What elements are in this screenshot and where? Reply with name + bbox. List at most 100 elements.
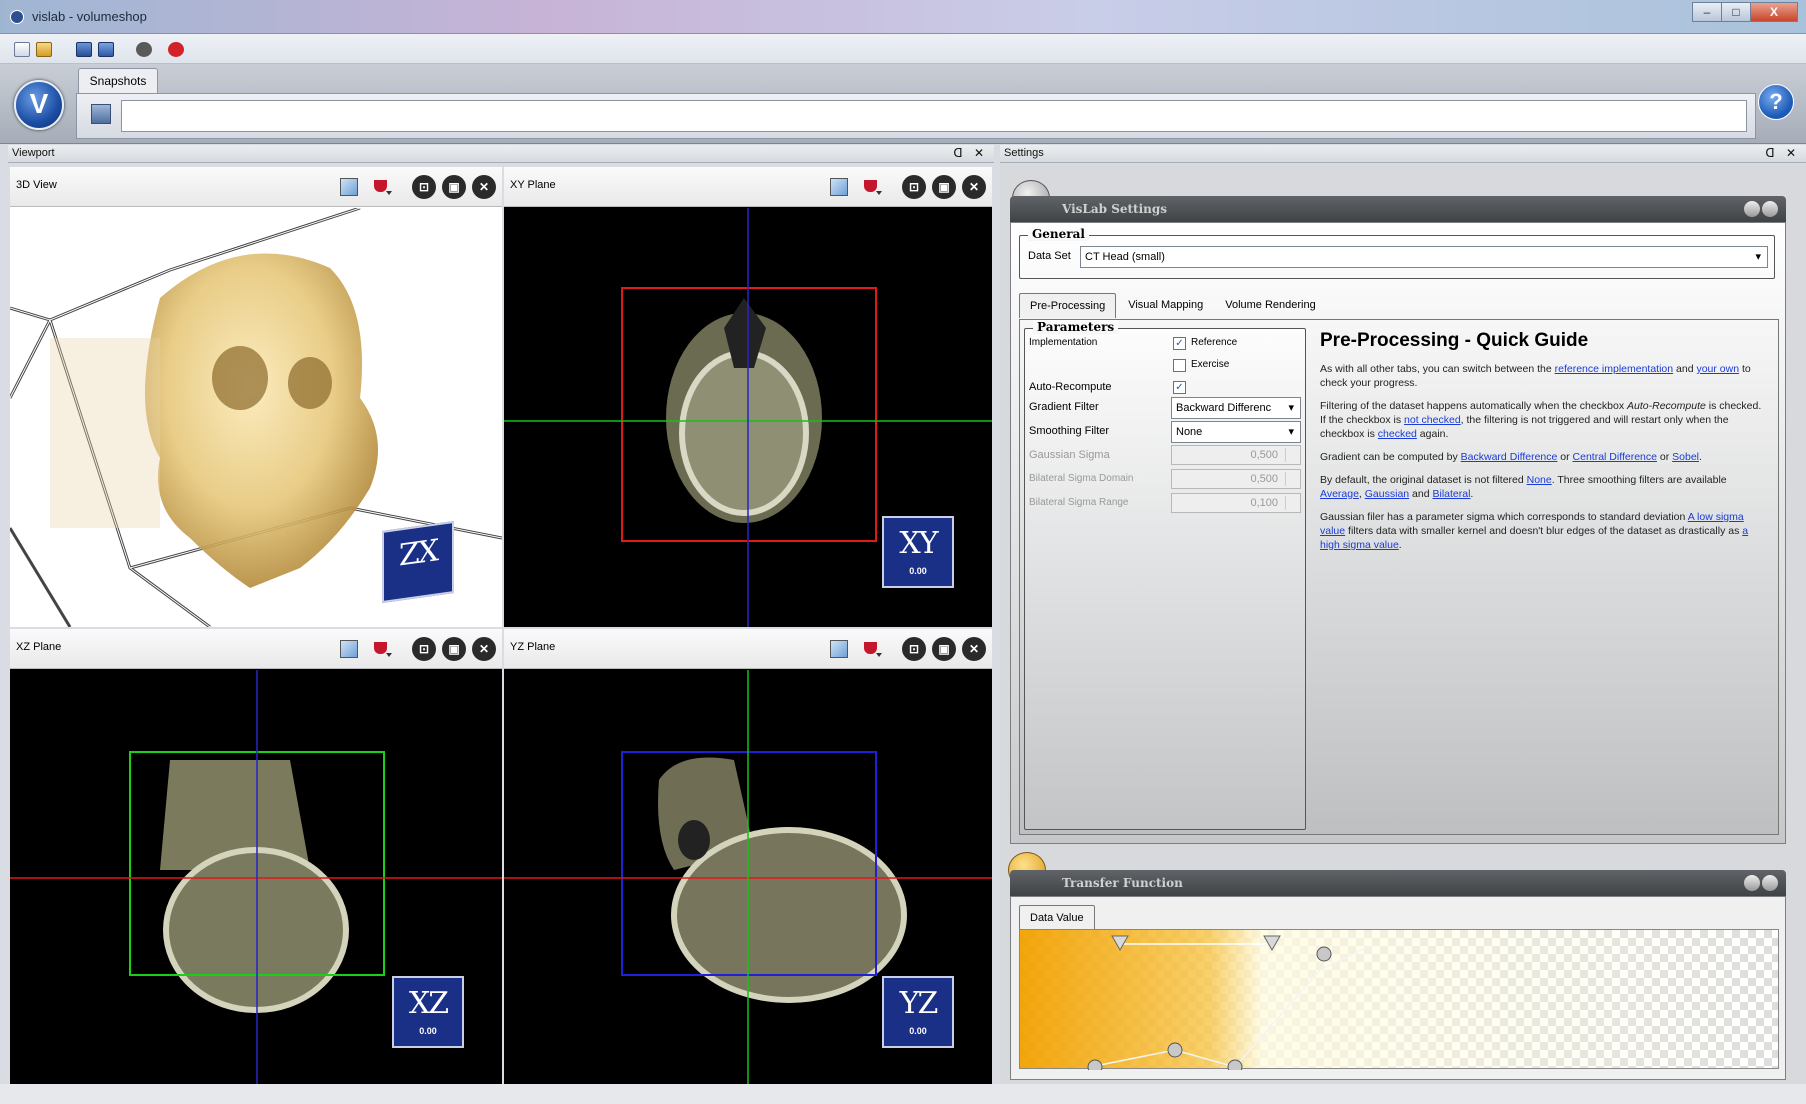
- tf-control-point[interactable]: [1167, 1042, 1183, 1058]
- view-yz-plane: YZ Plane ⊡ ▣ ✕ YZ 0.00: [504, 629, 992, 1084]
- image-icon[interactable]: [830, 640, 848, 658]
- skull-shape: [145, 253, 378, 589]
- pre-processing-panel: Parameters Implementation ✓ Reference Ex…: [1019, 319, 1779, 835]
- ribbon: V Snapshots ?: [0, 64, 1806, 144]
- image-icon[interactable]: [340, 640, 358, 658]
- snapshots-strip[interactable]: [121, 100, 1747, 132]
- window-title: vislab - volumeshop: [32, 9, 147, 24]
- color-drop-icon[interactable]: [862, 640, 882, 658]
- gradient-filter-label: Gradient Filter: [1029, 401, 1099, 413]
- view-yz-canvas[interactable]: YZ 0.00: [504, 670, 992, 1084]
- new-file-icon[interactable]: [14, 42, 30, 57]
- stop-icon[interactable]: ▣: [442, 175, 466, 199]
- view-yz-title: YZ Plane: [510, 641, 556, 653]
- guide-paragraph-5: Gaussian filer has a parameter sigma whi…: [1320, 511, 1749, 551]
- tf-color-marker[interactable]: [1263, 935, 1281, 952]
- tab-visual-mapping[interactable]: Visual Mapping: [1118, 293, 1213, 318]
- tab-data-value[interactable]: Data Value: [1019, 905, 1095, 930]
- tab-pre-processing[interactable]: Pre-Processing: [1019, 293, 1117, 318]
- general-fieldset: General Data Set CT Head (small): [1019, 227, 1775, 279]
- group-collapse-icon[interactable]: [1762, 201, 1778, 217]
- not-checked-link[interactable]: not checked: [1404, 414, 1461, 426]
- open-folder-icon[interactable]: [36, 42, 52, 57]
- tf-control-point[interactable]: [1227, 1059, 1243, 1070]
- view-xz-canvas[interactable]: XZ 0.00: [10, 670, 502, 1084]
- none-link[interactable]: None: [1527, 474, 1552, 486]
- gradient-filter-select[interactable]: Backward Differenc: [1171, 397, 1301, 419]
- save-icon[interactable]: [76, 42, 92, 57]
- viewport-dock-controls[interactable]: ᗡ ✕: [953, 145, 988, 162]
- settings-dock-controls[interactable]: ᗡ ✕: [1765, 145, 1800, 162]
- auto-recompute-checkbox[interactable]: ✓: [1173, 381, 1186, 394]
- vislab-settings-header: VisLab Settings: [1010, 196, 1786, 222]
- settings-icon[interactable]: [136, 42, 152, 57]
- snapshot-icon[interactable]: [91, 104, 111, 124]
- group-options-icon[interactable]: [1744, 201, 1760, 217]
- orientation-cube[interactable]: ZX: [382, 520, 454, 604]
- exercise-label: Exercise: [1191, 359, 1230, 370]
- vislab-settings-title: VisLab Settings: [1062, 202, 1168, 216]
- tf-color-marker[interactable]: [1111, 935, 1129, 952]
- smoothing-filter-select[interactable]: None: [1171, 421, 1301, 443]
- help-button[interactable]: ?: [1758, 84, 1794, 120]
- status-bar: [0, 1084, 1806, 1104]
- close-icon[interactable]: ✕: [962, 175, 986, 199]
- color-drop-icon[interactable]: [372, 640, 392, 658]
- your-own-link[interactable]: your own: [1696, 363, 1739, 375]
- bilateral-range-spinbox[interactable]: 0,100: [1171, 493, 1301, 513]
- stop-icon[interactable]: ▣: [932, 637, 956, 661]
- zoom-fit-icon[interactable]: ⊡: [412, 637, 436, 661]
- tab-volume-rendering[interactable]: Volume Rendering: [1215, 293, 1326, 318]
- bilateral-domain-spinbox[interactable]: 0,500: [1171, 469, 1301, 489]
- stop-icon[interactable]: ▣: [932, 175, 956, 199]
- gaussian-link[interactable]: Gaussian: [1365, 488, 1409, 500]
- general-legend: General: [1028, 227, 1089, 241]
- gaussian-sigma-spinbox[interactable]: 0,500: [1171, 445, 1301, 465]
- settings-title: Settings: [1004, 147, 1044, 159]
- close-window-button[interactable]: X: [1750, 2, 1798, 22]
- app-icon: [10, 10, 24, 24]
- transfer-function-editor[interactable]: [1019, 929, 1779, 1070]
- tf-control-point[interactable]: [1087, 1059, 1103, 1070]
- central-difference-link[interactable]: Central Difference: [1573, 451, 1657, 463]
- image-icon[interactable]: [340, 178, 358, 196]
- view-xy-canvas[interactable]: XY 0.00: [504, 208, 992, 627]
- save-as-icon[interactable]: [98, 42, 114, 57]
- viewport-dock-title: Viewport ᗡ ✕: [8, 145, 994, 163]
- view-3d: 3D View ⊡ ▣ ✕ ZX: [10, 167, 502, 627]
- zoom-fit-icon[interactable]: ⊡: [412, 175, 436, 199]
- zoom-fit-icon[interactable]: ⊡: [902, 637, 926, 661]
- view-xz-title: XZ Plane: [16, 641, 62, 653]
- view-yz-header: YZ Plane ⊡ ▣ ✕: [504, 629, 992, 669]
- transfer-function-body: Data Value: [1010, 896, 1786, 1080]
- minimize-button[interactable]: –: [1692, 2, 1722, 22]
- dataset-select[interactable]: CT Head (small): [1080, 246, 1768, 268]
- close-icon[interactable]: ✕: [962, 637, 986, 661]
- view-3d-canvas[interactable]: ZX: [10, 208, 502, 627]
- guide-paragraph-1: As with all other tabs, you can switch b…: [1320, 363, 1751, 389]
- application-menu-button[interactable]: V: [14, 80, 64, 130]
- transfer-function-title: Transfer Function: [1062, 876, 1183, 890]
- color-drop-icon[interactable]: [862, 178, 882, 196]
- stop-icon[interactable]: ▣: [442, 637, 466, 661]
- close-icon[interactable]: ✕: [472, 637, 496, 661]
- reference-checkbox[interactable]: ✓: [1173, 337, 1186, 350]
- group-collapse-icon[interactable]: [1762, 875, 1778, 891]
- maximize-button[interactable]: □: [1721, 2, 1751, 22]
- reference-implementation-link[interactable]: reference implementation: [1555, 363, 1673, 375]
- zoom-fit-icon[interactable]: ⊡: [902, 175, 926, 199]
- average-link[interactable]: Average: [1320, 488, 1359, 500]
- bilateral-link[interactable]: Bilateral: [1432, 488, 1470, 500]
- image-icon[interactable]: [830, 178, 848, 196]
- group-options-icon[interactable]: [1744, 875, 1760, 891]
- tab-snapshots[interactable]: Snapshots: [78, 68, 158, 94]
- vislab-settings-body: General Data Set CT Head (small) Pre-Pro…: [1010, 222, 1786, 844]
- exit-icon[interactable]: [168, 42, 184, 57]
- checked-link[interactable]: checked: [1378, 428, 1417, 440]
- exercise-checkbox[interactable]: [1173, 359, 1186, 372]
- close-icon[interactable]: ✕: [472, 175, 496, 199]
- sobel-link[interactable]: Sobel: [1672, 451, 1699, 463]
- color-drop-icon[interactable]: [372, 178, 392, 196]
- backward-difference-link[interactable]: Backward Difference: [1461, 451, 1558, 463]
- tf-control-point[interactable]: [1316, 946, 1332, 962]
